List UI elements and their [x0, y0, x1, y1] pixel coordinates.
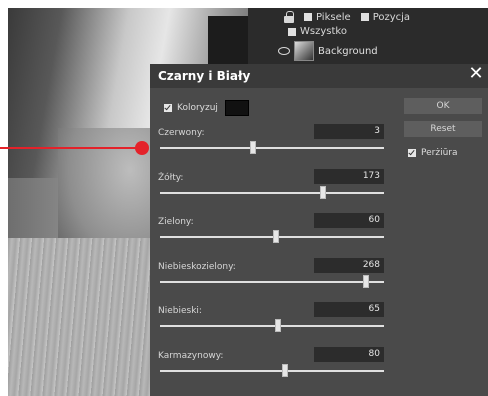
lock-position-checkbox[interactable]: [360, 13, 369, 21]
slider-zielony: Zielony: 60: [158, 213, 384, 253]
slider-karmazynowy: Karmazynowy: 80: [158, 347, 384, 387]
slider-track[interactable]: [160, 370, 384, 372]
slider-zolty: Żółty: 173: [158, 169, 384, 209]
slider-thumb[interactable]: [274, 319, 281, 332]
slider-value-input[interactable]: 65: [314, 302, 384, 317]
layer-name: Background: [318, 45, 378, 57]
slider-thumb[interactable]: [249, 141, 256, 154]
slider-track[interactable]: [160, 325, 384, 327]
colorize-color-swatch[interactable]: [224, 100, 249, 116]
lock-all-option: Wszystko: [288, 26, 347, 37]
colorize-option: Koloryzuj: [164, 100, 249, 116]
slider-track[interactable]: [160, 281, 384, 283]
lock-pixels-checkbox[interactable]: [304, 13, 312, 21]
slider-value-input[interactable]: 80: [314, 347, 384, 362]
dialog-titlebar[interactable]: Czarny i Biały ✕: [150, 64, 488, 88]
slider-track[interactable]: [160, 147, 384, 149]
preview-checkbox[interactable]: [408, 149, 416, 157]
lock-position-label: Pozycja: [372, 11, 411, 23]
preview-label: Perżiūra: [421, 148, 458, 158]
lock-all-label: Wszystko: [300, 26, 347, 37]
close-icon[interactable]: ✕: [466, 64, 486, 86]
lock-pixels-label: Piksele: [316, 11, 351, 23]
ok-button[interactable]: OK: [404, 98, 482, 114]
slider-label: Zielony:: [158, 217, 194, 227]
colorize-checkbox[interactable]: [164, 104, 172, 112]
slider-value-input[interactable]: 268: [314, 258, 384, 273]
slider-thumb[interactable]: [272, 230, 279, 243]
slider-value-input[interactable]: 3: [314, 124, 384, 139]
slider-label: Czerwony:: [158, 128, 205, 138]
slider-value-input[interactable]: 60: [314, 213, 384, 228]
lock-icon: [284, 11, 294, 23]
layers-panel: Piksele Pozycja Wszystko Background: [248, 8, 488, 64]
lock-all-checkbox[interactable]: [288, 27, 296, 36]
slider-value-input[interactable]: 173: [314, 169, 384, 184]
colorize-label: Koloryzuj: [177, 103, 218, 113]
lock-options: Piksele Pozycja: [284, 10, 410, 24]
slider-label: Karmazynowy:: [158, 351, 224, 361]
layer-item-background[interactable]: Background: [278, 40, 488, 62]
slider-niebieskozielony: Niebieskozielony: 268: [158, 258, 384, 298]
eye-icon[interactable]: [278, 47, 290, 55]
slider-niebieski: Niebieski: 65: [158, 302, 384, 342]
slider-label: Niebieski:: [158, 306, 202, 316]
slider-thumb[interactable]: [319, 186, 326, 199]
black-white-dialog: Czarny i Biały ✕ Koloryzuj Czerwony: 3 Ż…: [150, 64, 488, 396]
annotation-dot: [135, 141, 149, 155]
preview-option: Perżiūra: [408, 148, 458, 158]
slider-label: Żółty:: [158, 173, 184, 183]
slider-label: Niebieskozielony:: [158, 262, 236, 272]
reset-button[interactable]: Reset: [404, 121, 482, 137]
annotation-line: [0, 147, 140, 149]
slider-czerwony: Czerwony: 3: [158, 124, 384, 164]
slider-thumb[interactable]: [281, 364, 288, 377]
slider-track[interactable]: [160, 192, 384, 194]
dialog-title: Czarny i Biały: [158, 69, 251, 83]
layer-thumbnail: [294, 41, 314, 61]
slider-thumb[interactable]: [362, 275, 369, 288]
